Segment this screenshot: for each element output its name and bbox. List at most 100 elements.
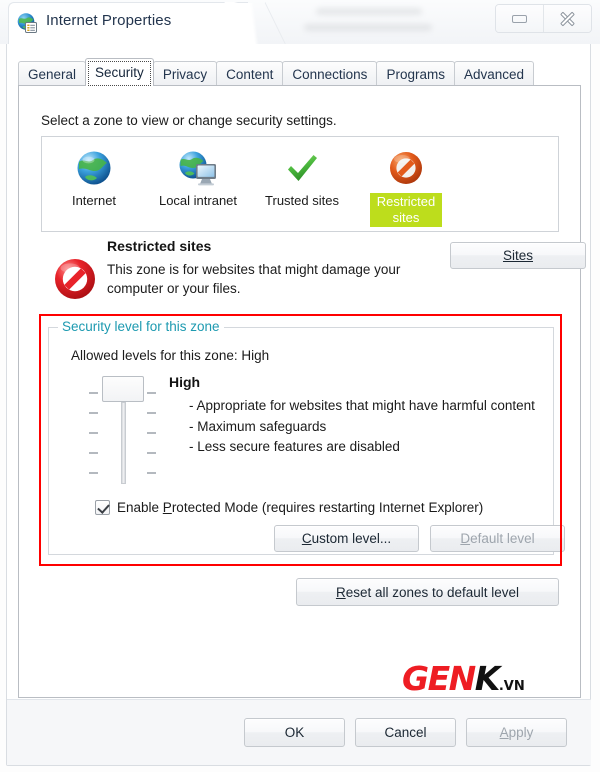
custom-level-label: Custom level... (302, 531, 391, 546)
level-bullet: - Maximum safeguards (189, 418, 327, 434)
ok-button[interactable]: OK (244, 718, 345, 747)
sites-button[interactable]: Sites (450, 242, 586, 269)
slider-ticks-left (89, 392, 98, 492)
slider-track[interactable] (121, 402, 126, 484)
tab-connections[interactable]: Connections (282, 61, 378, 86)
cancel-button-label: Cancel (384, 725, 427, 740)
dialog-button-bar: OK Cancel Apply (7, 699, 591, 765)
tab-general[interactable]: General (18, 61, 87, 86)
slider-tick (89, 392, 98, 394)
reset-all-zones-button[interactable]: Reset all zones to default level (296, 578, 559, 606)
cl-accel: C (301, 531, 312, 546)
window-title: Internet Properties (46, 12, 172, 29)
zone-item-trusted-sites[interactable]: Trusted sites (250, 144, 354, 209)
apply-button: Apply (466, 718, 567, 747)
allowed-levels-label: Allowed levels for this zone: High (71, 348, 270, 363)
slider-tick (89, 412, 98, 414)
tab-label: Security (95, 65, 144, 80)
restricted-red-circle-icon (51, 255, 99, 303)
tab-advanced[interactable]: Advanced (453, 61, 534, 86)
zone-item-local-intranet[interactable]: Local intranet (146, 144, 250, 209)
tab-label: Advanced (463, 66, 524, 82)
dl-accel: D (460, 531, 471, 546)
slider-tick (147, 432, 156, 434)
zone-label: Trusted sites (265, 193, 339, 208)
window-controls (495, 4, 592, 33)
default-level-label: Default level (460, 531, 534, 546)
title-bar[interactable]: Internet Properties (0, 0, 600, 44)
protected-mode-checkbox[interactable] (95, 500, 110, 515)
globe-icon (73, 147, 115, 189)
slider-tick (147, 452, 156, 454)
zone-description-area: Restricted sites This zone is for websit… (41, 238, 586, 310)
protected-mode-row[interactable]: Enable Protected Mode (requires restarti… (95, 500, 483, 515)
dl-rest: efault level (470, 531, 535, 546)
custom-level-button[interactable]: Custom level... (274, 525, 419, 552)
zone-item-restricted-sites[interactable]: Restricted sites (354, 144, 458, 227)
zone-item-internet[interactable]: Internet (42, 144, 146, 209)
zone-description-text: This zone is for websites that might dam… (107, 262, 401, 296)
zone-instruction-label: Select a zone to view or change security… (41, 113, 337, 128)
zone-label: Local intranet (158, 193, 238, 208)
zone-label: Restricted sites (370, 193, 442, 227)
cancel-button[interactable]: Cancel (355, 718, 456, 747)
security-level-group-title: Security level for this zone (58, 319, 224, 334)
ap-accel: A (499, 725, 509, 740)
tab-programs[interactable]: Programs (376, 61, 455, 86)
tab-content[interactable]: Content (216, 61, 284, 86)
blurred-overlay-artifact (300, 4, 460, 38)
ok-button-label: OK (284, 725, 305, 740)
green-checkmark-icon (281, 147, 323, 189)
default-level-button: Default level (430, 525, 565, 552)
rst-rest: eset all zones to default level (345, 584, 520, 600)
watermark-gen: GEN (402, 659, 476, 698)
ap-rest: pply (508, 725, 534, 740)
slider-tick (147, 392, 156, 394)
sites-button-label: Sites (502, 248, 533, 263)
tab-privacy[interactable]: Privacy (152, 61, 218, 86)
watermark-vn: .VN (498, 679, 525, 694)
pm-before: Enable (117, 500, 163, 515)
level-bullet: - Appropriate for websites that might ha… (189, 398, 535, 413)
zone-listbox[interactable]: Internet Local intranet Trusted sites Re… (41, 136, 559, 232)
tab-label: General (28, 66, 77, 82)
tab-label: Programs (386, 66, 445, 82)
internet-properties-icon (16, 12, 38, 34)
pm-after: rotected Mode (requires restarting Inter… (171, 500, 484, 515)
security-level-name: High (169, 374, 201, 390)
cl-rest: ustom level... (311, 531, 392, 546)
tab-strip: General Security Privacy Content Connect… (18, 58, 534, 86)
level-bullet: - Less secure features are disabled (189, 439, 400, 454)
close-icon (560, 11, 576, 27)
slider-tick (89, 452, 98, 454)
minimize-button[interactable] (496, 5, 543, 32)
rst-accel: R (335, 584, 346, 600)
tab-security[interactable]: Security (85, 58, 154, 86)
reset-button-label: Reset all zones to default level (336, 585, 519, 600)
close-button[interactable] (543, 5, 591, 32)
restricted-circle-icon (385, 147, 427, 189)
globe-monitor-icon (177, 147, 219, 189)
tab-label: Privacy (162, 66, 208, 82)
watermark-k: K (474, 659, 501, 698)
slider-thumb[interactable] (102, 376, 144, 402)
slider-tick (89, 432, 98, 434)
slider-tick (89, 472, 98, 474)
pm-accel: P (162, 500, 172, 515)
apply-button-label: Apply (500, 725, 534, 740)
minimize-icon (512, 14, 527, 23)
security-tab-panel: Select a zone to view or change security… (18, 85, 586, 698)
genk-watermark: GENK.VN (402, 662, 525, 695)
slider-tick (147, 472, 156, 474)
slider-tick (147, 412, 156, 414)
internet-properties-window: Internet Properties General Security Pri… (0, 0, 600, 772)
slider-ticks-right (147, 392, 156, 492)
tab-label: Content (226, 66, 274, 82)
security-level-slider[interactable] (89, 376, 156, 484)
group-title-text: Security level for this zone (62, 319, 220, 334)
protected-mode-label: Enable Protected Mode (requires restarti… (117, 500, 483, 515)
security-level-description: - Appropriate for websites that might ha… (189, 396, 539, 458)
zone-label: Internet (71, 193, 117, 208)
security-level-groupbox: Security level for this zone Allowed lev… (48, 319, 565, 555)
tab-label: Connections (292, 66, 368, 82)
